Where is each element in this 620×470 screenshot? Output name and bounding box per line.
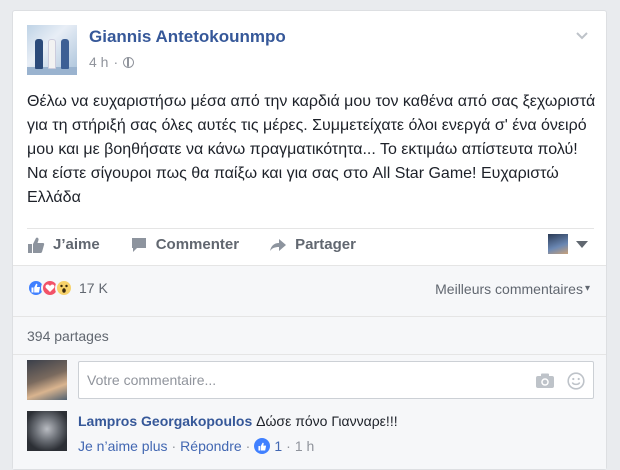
commenter-avatar[interactable] <box>27 411 67 451</box>
comment-label: Commenter <box>155 236 240 253</box>
reply-link[interactable]: Répondre <box>180 438 242 454</box>
post-card: Giannis Antetokounmpo 4 h · Θέλω να ευχα… <box>12 10 607 470</box>
comment-actions: Je n’aime plus · Répondre · 1 · 1 h <box>78 438 314 454</box>
avatar-figure <box>48 39 56 69</box>
caret-down-icon <box>576 240 588 248</box>
comment-input[interactable]: Votre commentaire... <box>78 361 594 399</box>
reaction-count: 17 K <box>79 280 108 296</box>
comment-like-count[interactable]: 1 <box>274 438 282 454</box>
poster-avatar[interactable] <box>27 25 77 75</box>
like-reaction-icon[interactable] <box>254 438 271 454</box>
avatar-figure <box>35 39 43 69</box>
avatar-figure <box>61 39 69 69</box>
post-time[interactable]: 4 h <box>89 54 108 70</box>
unlike-link[interactable]: Je n’aime plus <box>78 438 168 454</box>
share-arrow-icon <box>270 238 287 251</box>
share-label: Partager <box>295 236 356 253</box>
separator: · <box>245 438 251 454</box>
post-as-selector[interactable] <box>548 234 588 254</box>
thumbs-up-icon <box>28 237 45 253</box>
smiley-icon[interactable] <box>567 372 585 390</box>
shares-row: 394 partages <box>13 316 606 354</box>
post-header: Giannis Antetokounmpo 4 h · <box>27 25 594 75</box>
separator: · <box>171 438 177 454</box>
comment-composer: Votre commentaire... <box>13 354 606 404</box>
post-meta: 4 h · <box>89 54 135 70</box>
commenter-name[interactable]: Lampros Georgakopoulos <box>78 413 252 429</box>
share-button[interactable]: Partager <box>269 236 356 254</box>
separator: · <box>286 438 291 454</box>
camera-icon[interactable] <box>535 372 555 390</box>
like-button[interactable]: J’aime <box>27 236 100 254</box>
like-label: J’aime <box>53 236 100 253</box>
current-user-avatar <box>548 234 568 254</box>
post-action-bar: J’aime Commenter Partager <box>27 228 594 260</box>
comment-time[interactable]: 1 h <box>295 438 314 454</box>
shares-count[interactable]: 394 partages <box>27 328 109 344</box>
poster-name[interactable]: Giannis Antetokounmpo <box>89 27 286 47</box>
wow-reaction-icon <box>55 279 73 297</box>
comment-item: Lampros Georgakopoulos Δώσε πόνο Γιανναρ… <box>27 411 594 461</box>
globe-icon[interactable] <box>123 56 135 68</box>
meta-separator: · <box>113 54 119 70</box>
comment-input-icons <box>535 372 585 390</box>
comment-placeholder: Votre commentaire... <box>87 372 217 388</box>
current-user-avatar <box>27 360 67 400</box>
comment-button[interactable]: Commenter <box>130 236 239 254</box>
feedback-section: 17 K Meilleurs commentaires 394 partages… <box>13 265 606 469</box>
comment-sort-dropdown[interactable]: Meilleurs commentaires <box>435 281 590 297</box>
comment-icon <box>131 237 146 252</box>
comment-body: Lampros Georgakopoulos Δώσε πόνο Γιανναρ… <box>78 413 398 429</box>
chevron-down-icon[interactable] <box>574 27 590 43</box>
post-text: Θέλω να ευχαριστήσω μέσα από την καρδιά … <box>27 93 596 206</box>
reactions-summary[interactable]: 17 K <box>27 279 108 297</box>
comment-text: Δώσε πόνο Γιανναρε!!! <box>256 413 398 429</box>
